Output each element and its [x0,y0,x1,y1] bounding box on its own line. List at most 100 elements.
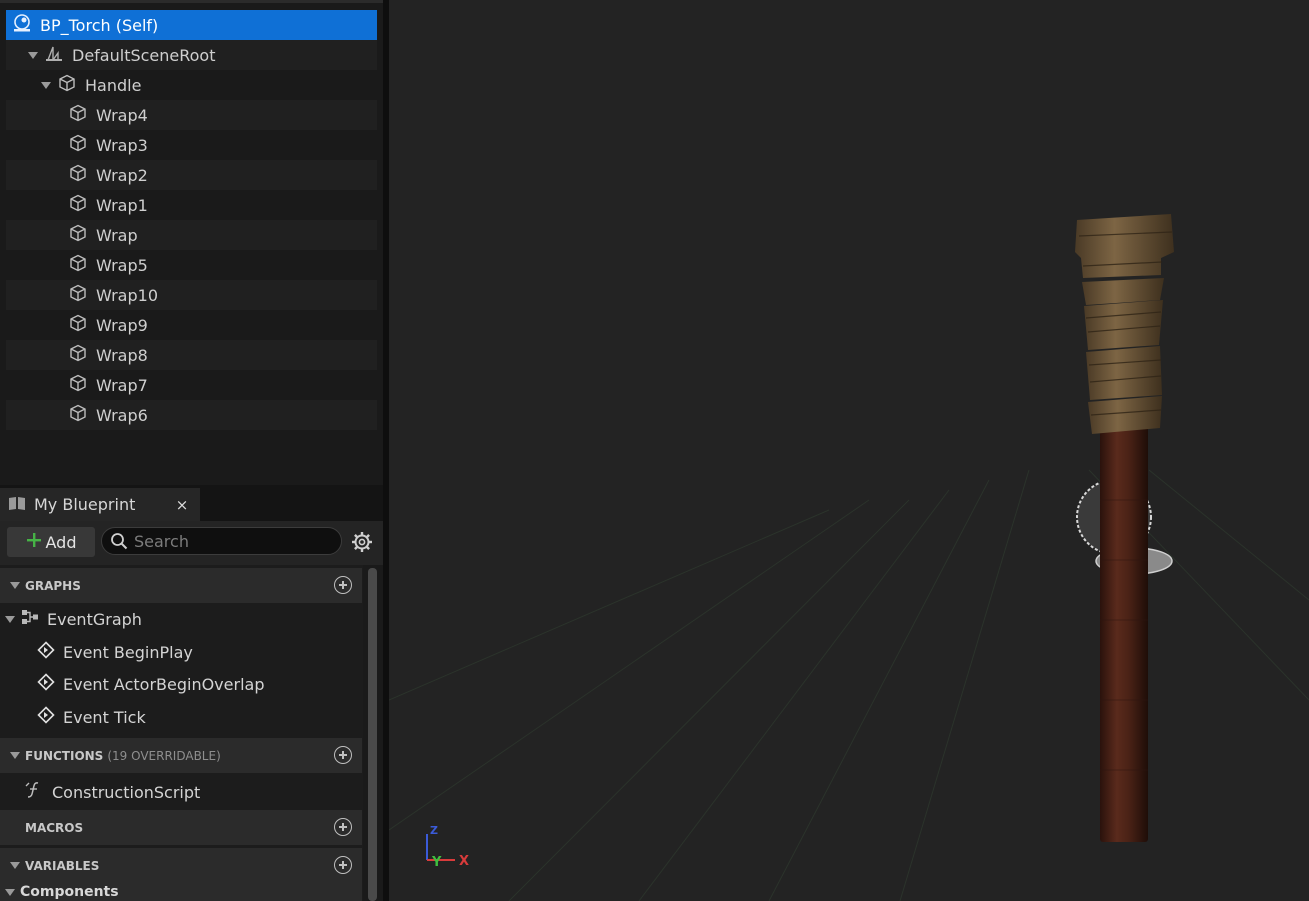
section-components-label: Components [20,884,119,900]
static-mesh-icon [68,343,88,367]
expand-arrow-icon[interactable] [41,81,51,89]
tree-item-wrap4[interactable]: Wrap4 [6,100,377,130]
tree-item-label: Wrap3 [96,135,148,155]
event-icon [37,641,55,663]
tree-item-wrap10[interactable]: Wrap10 [6,280,377,310]
tree-item-label: Handle [85,75,142,95]
tree-item-wrap2[interactable]: Wrap2 [6,160,377,190]
add-button-label: Add [45,532,77,552]
static-mesh-icon [68,253,88,277]
plus-icon [26,532,42,552]
viewport-scene [389,214,1309,901]
section-components[interactable]: Components [0,883,362,901]
static-mesh-icon [68,313,88,337]
section-graphs[interactable]: GRAPHS [0,568,362,603]
collapse-arrow-icon[interactable] [10,862,20,869]
tab-label: My Blueprint [34,495,136,514]
search-box[interactable] [101,527,342,555]
add-macro-plus-icon[interactable] [334,818,352,836]
scene-root-icon [44,43,64,67]
tree-item-label: Wrap6 [96,405,148,425]
my-blueprint-tabbar: My Blueprint × [0,485,383,521]
list-item-label: Event BeginPlay [63,642,193,662]
tree-item-label: Wrap5 [96,255,148,275]
list-item-event[interactable]: Event Tick [0,701,362,733]
list-item-constructionscript[interactable]: ConstructionScript [0,776,362,808]
list-item-label: EventGraph [47,609,142,629]
tree-item-label: Wrap1 [96,195,148,215]
tab-my-blueprint[interactable]: My Blueprint × [0,488,200,521]
axis-y-label: Y [432,855,442,870]
collapse-arrow-icon[interactable] [5,888,15,896]
gear-icon[interactable] [351,531,373,553]
tree-item-wrap1[interactable]: Wrap1 [6,190,377,220]
section-variables-label: VARIABLES [25,858,100,873]
expand-arrow-icon[interactable] [5,615,15,623]
static-mesh-icon [68,193,88,217]
list-item-event[interactable]: Event BeginPlay [0,636,362,668]
tree-item-wrap[interactable]: Wrap [6,220,377,250]
list-item-label: Event ActorBeginOverlap [63,674,265,694]
tree-item-label: Wrap8 [96,345,148,365]
expand-arrow-icon[interactable] [28,51,38,59]
add-function-plus-icon[interactable] [334,746,352,764]
section-functions-label: FUNCTIONS [25,748,104,763]
static-mesh-icon [57,73,77,97]
close-icon[interactable]: × [172,488,192,521]
tree-item-wrap3[interactable]: Wrap3 [6,130,377,160]
tree-item-label: Wrap4 [96,105,148,125]
static-mesh-icon [68,403,88,427]
my-blueprint-list: GRAPHS EventGraph Event BeginPlay Event … [0,565,363,901]
tree-item-label: DefaultSceneRoot [72,45,216,65]
add-variable-plus-icon[interactable] [334,856,352,874]
scrollbar-thumb[interactable] [368,568,377,901]
function-icon [24,780,44,804]
left-panel: BP_Torch (Self) DefaultSceneRoot Handle … [0,0,383,901]
axis-z-label: Z [430,824,438,837]
static-mesh-icon [68,283,88,307]
static-mesh-icon [68,373,88,397]
section-functions[interactable]: FUNCTIONS (19 OVERRIDABLE) [0,738,362,773]
collapse-arrow-icon[interactable] [10,582,20,589]
tree-item-label: Wrap10 [96,285,158,305]
search-input[interactable] [134,531,324,551]
tree-item-wrap7[interactable]: Wrap7 [6,370,377,400]
list-item-eventgraph[interactable]: EventGraph [0,603,362,635]
tree-item-label: Wrap [96,225,138,245]
section-functions-sub: (19 OVERRIDABLE) [107,748,221,763]
list-item-event[interactable]: Event ActorBeginOverlap [0,668,362,700]
add-graph-plus-icon[interactable] [334,576,352,594]
tree-item-wrap5[interactable]: Wrap5 [6,250,377,280]
event-icon [37,673,55,695]
event-icon [37,706,55,728]
static-mesh-icon [68,133,88,157]
static-mesh-icon [68,163,88,187]
tree-item-wrap6[interactable]: Wrap6 [6,400,377,430]
tree-item-wrap9[interactable]: Wrap9 [6,310,377,340]
section-variables[interactable]: VARIABLES [0,848,362,883]
axis-x-label: X [459,854,470,869]
book-icon [8,495,26,515]
graph-icon [21,609,39,629]
tree-item-wrap8[interactable]: Wrap8 [6,340,377,370]
list-item-label: Event Tick [63,707,146,727]
tree-item-handle[interactable]: Handle [6,70,377,100]
section-graphs-label: GRAPHS [25,578,81,593]
list-item-label: ConstructionScript [52,782,201,802]
collapse-arrow-icon[interactable] [10,752,20,759]
tree-item-defaultsceneroot[interactable]: DefaultSceneRoot [6,40,377,70]
viewport[interactable] [389,0,1309,901]
static-mesh-icon [68,103,88,127]
tree-item-label: Wrap2 [96,165,148,185]
tree-item-label: BP_Torch (Self) [40,15,159,35]
static-mesh-icon [68,223,88,247]
components-panel: BP_Torch (Self) DefaultSceneRoot Handle … [0,0,383,485]
add-button[interactable]: Add [7,527,95,557]
section-macros[interactable]: MACROS [0,810,362,845]
search-icon [110,532,128,550]
blueprint-self-icon [12,13,32,37]
tree-item-label: Wrap7 [96,375,148,395]
my-blueprint-toolbar: Add [0,521,383,565]
section-macros-label: MACROS [25,820,84,835]
tree-item-bp-torch-self[interactable]: BP_Torch (Self) [6,10,377,40]
